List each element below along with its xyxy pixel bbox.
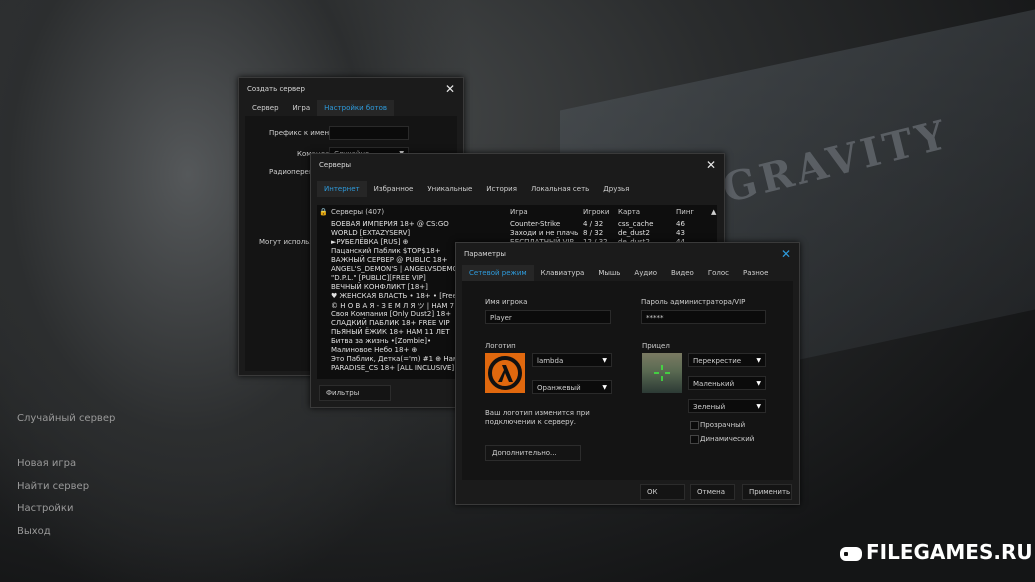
admin-password-label: Пароль администратора/VIP: [641, 298, 746, 306]
server-cell-name[interactable]: ANGEL'S_DEMON'S | ANGELVSDEMON.RU: [331, 265, 475, 274]
ok-button[interactable]: ОК: [640, 484, 685, 500]
server-cell-name[interactable]: WORLD [EXTAZYSERV]: [331, 229, 410, 238]
servers-title: Серверы ✕: [311, 154, 724, 176]
tab-favorites[interactable]: Избранное: [367, 181, 421, 197]
close-icon[interactable]: ✕: [781, 243, 791, 265]
advanced-button[interactable]: Дополнительно...: [485, 445, 581, 461]
crosshair-label: Прицел: [642, 342, 670, 350]
server-cell-ping[interactable]: 46: [676, 220, 685, 229]
tab-network[interactable]: Сетевой режим: [462, 265, 534, 281]
window-title: Создать сервер: [247, 85, 305, 93]
server-cell-name[interactable]: Битва за жизнь •[Zombie]•: [331, 337, 431, 346]
filegames-watermark: FILEGAMES.RU: [840, 540, 1033, 564]
tab-lan[interactable]: Локальная сеть: [524, 181, 596, 197]
gamepad-icon: [840, 546, 862, 561]
tab-audio[interactable]: Аудио: [627, 265, 664, 281]
window-title: Серверы: [319, 161, 352, 169]
server-cell-name[interactable]: "D.P.L." [PUBLIC][FREE VIP]: [331, 274, 426, 283]
server-cell-name[interactable]: PARADISE_CS 18+ [ALL INCLUSIVE]: [331, 364, 454, 373]
player-name-label: Имя игрока: [485, 298, 528, 306]
menu-settings[interactable]: Настройки: [17, 503, 73, 514]
lambda-logo-icon: [485, 353, 525, 393]
server-cell-map[interactable]: css_cache: [618, 220, 653, 229]
window-title: Параметры: [464, 250, 506, 258]
tab-keyboard[interactable]: Клавиатура: [534, 265, 592, 281]
player-name-input[interactable]: Player: [485, 310, 611, 324]
server-cell-players[interactable]: 8 / 32: [583, 229, 603, 238]
col-map[interactable]: Карта: [618, 208, 640, 216]
server-cell-game[interactable]: Counter-Strike: [510, 220, 560, 229]
tab-friends[interactable]: Друзья: [596, 181, 636, 197]
close-icon[interactable]: ✕: [445, 78, 455, 100]
options-panel: Имя игрока Player Пароль администратора/…: [462, 281, 793, 480]
server-cell-players[interactable]: 4 / 32: [583, 220, 603, 229]
scroll-up-icon[interactable]: ▲: [711, 208, 716, 216]
server-cell-name[interactable]: Малиновое Небо 18+ ⊕: [331, 346, 417, 355]
name-prefix-label: Префикс к имени: [269, 129, 334, 137]
servers-tabs: Интернет Избранное Уникальные История Ло…: [311, 181, 724, 197]
crosshair-size-select[interactable]: Маленький: [688, 376, 766, 391]
tab-video[interactable]: Видео: [664, 265, 701, 281]
admin-password-input[interactable]: *****: [641, 310, 766, 324]
tab-voice[interactable]: Голос: [701, 265, 736, 281]
crosshair-preview-icon: [642, 353, 682, 393]
server-cell-map[interactable]: de_dust2: [618, 229, 650, 238]
server-cell-name[interactable]: СЛАДКИЙ ПАБЛИК 18+ FREE VIP: [331, 319, 450, 328]
col-players[interactable]: Игроки: [583, 208, 609, 216]
crosshair-type-select[interactable]: Перекрестие: [688, 353, 766, 368]
server-cell-name[interactable]: Своя Компания [Only Dust2] 18+: [331, 310, 451, 319]
name-prefix-input[interactable]: [329, 126, 409, 140]
options-title: Параметры ✕: [456, 243, 799, 265]
transparent-checkbox[interactable]: [690, 421, 699, 430]
col-servers[interactable]: Серверы (407): [331, 208, 384, 216]
col-game[interactable]: Игра: [510, 208, 528, 216]
logo-color-select[interactable]: Оранжевый: [532, 380, 612, 395]
options-window: Параметры ✕ Сетевой режим Клавиатура Мышь…: [455, 242, 800, 505]
tab-misc[interactable]: Разное: [736, 265, 775, 281]
server-cell-name[interactable]: ♥ ЖЕНСКАЯ ВЛАСТЬ • 18+ • [Free VIP]: [331, 292, 473, 301]
logo-select[interactable]: lambda: [532, 353, 612, 368]
filters-button[interactable]: Фильтры: [319, 385, 391, 401]
tab-mouse[interactable]: Мышь: [591, 265, 627, 281]
server-cell-name[interactable]: ВЕЧНЫЙ КОНФЛИКТ [18+]: [331, 283, 428, 292]
transparent-label: Прозрачный: [700, 421, 746, 429]
server-cell-name[interactable]: Пацанский Паблик $TOP$18+: [331, 247, 441, 256]
apply-button[interactable]: Применить: [742, 484, 792, 500]
tab-bot-settings[interactable]: Настройки ботов: [317, 100, 395, 116]
lock-icon: 🔒: [319, 208, 328, 216]
dynamic-checkbox[interactable]: [690, 435, 699, 444]
crosshair-color-select[interactable]: Зеленый: [688, 399, 766, 414]
close-icon[interactable]: ✕: [706, 154, 716, 176]
cancel-button[interactable]: Отмена: [690, 484, 735, 500]
menu-exit[interactable]: Выход: [17, 526, 51, 537]
logo-note: Ваш логотип изменится при подключении к …: [485, 409, 590, 426]
col-ping[interactable]: Пинг: [676, 208, 694, 216]
tab-history[interactable]: История: [479, 181, 524, 197]
create-server-tabs: Сервер Игра Настройки ботов: [239, 100, 463, 116]
menu-new-game[interactable]: Новая игра: [17, 458, 76, 469]
tab-game[interactable]: Игра: [286, 100, 318, 116]
create-server-title: Создать сервер ✕: [239, 78, 463, 100]
server-cell-name[interactable]: ВАЖНЫЙ СЕРВЕР @ PUBLIC 18+: [331, 256, 447, 265]
logo-label: Логотип: [485, 342, 516, 350]
watermark-text: FILEGAMES.RU: [866, 540, 1033, 564]
menu-find-server[interactable]: Найти сервер: [17, 481, 89, 492]
server-cell-name[interactable]: ПЬЯНЫЙ ЁЖИК 18+ НАМ 11 ЛЕТ: [331, 328, 450, 337]
server-cell-game[interactable]: Заходи и не плачь: [510, 229, 578, 238]
tab-internet[interactable]: Интернет: [317, 181, 367, 197]
server-cell-name[interactable]: ►РУБЕЛЁВКА [RUS] ⊕: [331, 238, 409, 247]
tab-server[interactable]: Сервер: [245, 100, 286, 116]
dynamic-label: Динамический: [700, 435, 755, 443]
server-cell-name[interactable]: © Н О В А Я - З Е М Л Я ツ | НАМ 7 ЛЕТ: [331, 301, 470, 310]
options-tabs: Сетевой режим Клавиатура Мышь Аудио Виде…: [456, 265, 799, 281]
server-cell-ping[interactable]: 43: [676, 229, 685, 238]
server-cell-name[interactable]: БОЕВАЯ ИМПЕРИЯ 18+ @ CS:GO: [331, 220, 449, 229]
tab-unique[interactable]: Уникальные: [420, 181, 479, 197]
menu-random-server[interactable]: Случайный сервер: [17, 413, 115, 424]
